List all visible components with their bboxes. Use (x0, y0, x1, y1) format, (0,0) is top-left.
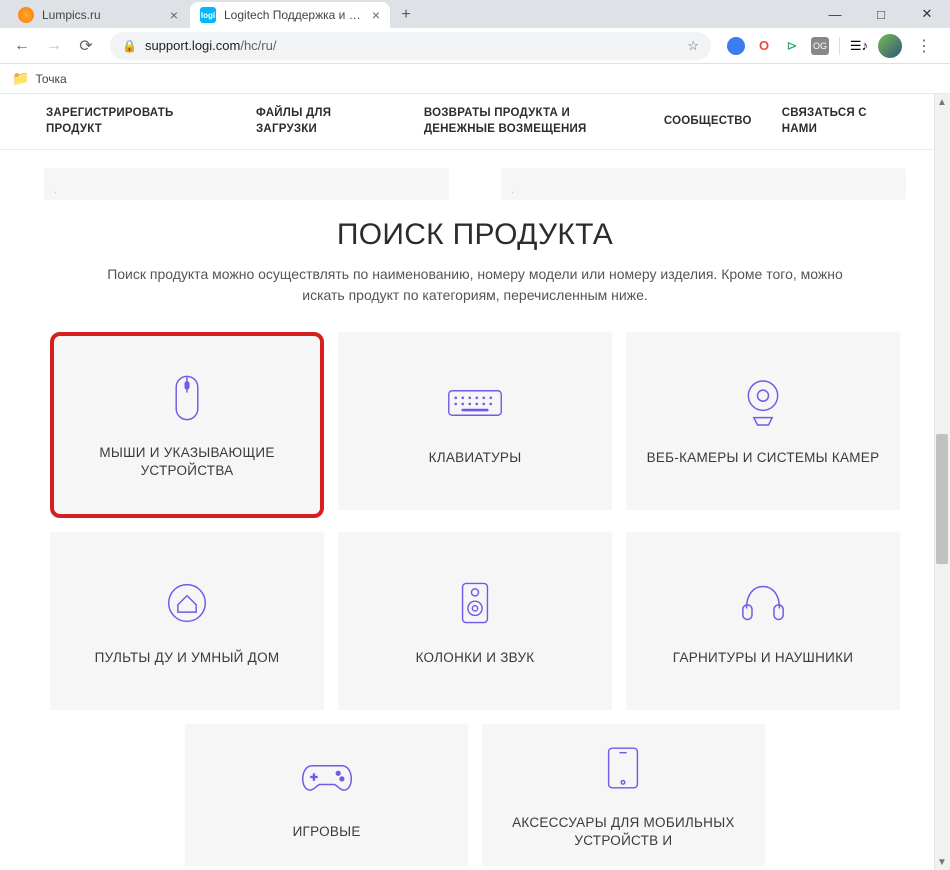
scrollbar-down-arrow[interactable]: ▼ (934, 854, 950, 870)
category-remotes[interactable]: ПУЛЬТЫ ДУ И УМНЫЙ ДОМ (50, 532, 324, 710)
extension-icon[interactable]: OG (811, 37, 829, 55)
page-viewport: ЗАРЕГИСТРИРОВАТЬ ПРОДУКТ ФАЙЛЫ ДЛЯ ЗАГРУ… (0, 94, 950, 870)
window-minimize[interactable]: — (812, 0, 858, 28)
keyboard-icon (447, 375, 503, 431)
folder-icon: 📁 (12, 70, 29, 87)
extension-icon[interactable]: ⊳ (783, 37, 801, 55)
category-gaming[interactable]: ИГРОВЫЕ (185, 724, 468, 866)
close-icon[interactable]: × (170, 7, 178, 23)
nav-register-product[interactable]: ЗАРЕГИСТРИРОВАТЬ ПРОДУКТ (46, 106, 226, 137)
tab-title: Logitech Поддержка и файлы д (224, 8, 366, 22)
category-webcams[interactable]: ВЕБ-КАМЕРЫ И СИСТЕМЫ КАМЕР (626, 332, 900, 510)
new-tab-button[interactable]: + (392, 2, 420, 28)
category-headsets[interactable]: ГАРНИТУРЫ И НАУШНИКИ (626, 532, 900, 710)
favicon-logitech: logi (200, 7, 216, 23)
mouse-icon (159, 370, 215, 426)
url-host: support.logi.com (145, 38, 240, 53)
category-grid-row3: ИГРОВЫЕ АКСЕССУАРЫ ДЛЯ МОБИЛЬНЫХ УСТРОЙС… (185, 724, 765, 866)
speaker-icon (447, 575, 503, 631)
profile-avatar[interactable] (878, 34, 902, 58)
window-close[interactable]: ✕ (904, 0, 950, 28)
category-mobile[interactable]: АКСЕССУАРЫ ДЛЯ МОБИЛЬНЫХ УСТРОЙСТВ И (482, 724, 765, 866)
nav-returns[interactable]: ВОЗВРАТЫ ПРОДУКТА И ДЕНЕЖНЫЕ ВОЗМЕЩЕНИЯ (424, 106, 604, 137)
category-label: КЛАВИАТУРЫ (429, 449, 522, 467)
scrollbar-thumb[interactable] (936, 434, 948, 564)
browser-toolbar: ← → ⟳ 🔒 support.logi.com/hc/ru/ ☆ O ⊳ OG… (0, 28, 950, 64)
nav-downloads[interactable]: ФАЙЛЫ ДЛЯ ЗАГРУЗКИ (256, 106, 394, 137)
browser-titlebar: Lumpics.ru × logi Logitech Поддержка и ф… (0, 0, 950, 28)
category-speakers[interactable]: КОЛОНКИ И ЗВУК (338, 532, 612, 710)
tab-logitech[interactable]: logi Logitech Поддержка и файлы д × (190, 2, 390, 28)
category-mice[interactable]: МЫШИ И УКАЗЫВАЮЩИЕ УСТРОЙСТВА (50, 332, 324, 518)
nav-back-button[interactable]: ← (8, 32, 36, 60)
bookmark-star-icon[interactable]: ☆ (687, 38, 699, 54)
home-icon (159, 575, 215, 631)
reader-icon[interactable]: ☰♪ (850, 37, 868, 55)
extensions-area: O ⊳ OG ☰♪ ⋮ (721, 34, 942, 58)
favicon-lumpics (18, 7, 34, 23)
scrollbar-up-arrow[interactable]: ▲ (934, 94, 950, 110)
category-grid: МЫШИ И УКАЗЫВАЮЩИЕ УСТРОЙСТВА (44, 332, 906, 710)
category-label: ПУЛЬТЫ ДУ И УМНЫЙ ДОМ (95, 649, 280, 667)
opera-icon[interactable]: O (755, 37, 773, 55)
category-label: ГАРНИТУРЫ И НАУШНИКИ (673, 649, 853, 667)
category-label: МЫШИ И УКАЗЫВАЮЩИЕ УСТРОЙСТВА (64, 444, 310, 480)
nav-contact[interactable]: СВЯЗАТЬСЯ С НАМИ (782, 106, 904, 137)
category-label: АКСЕССУАРЫ ДЛЯ МОБИЛЬНЫХ УСТРОЙСТВ И (492, 814, 755, 850)
tablet-icon (595, 740, 651, 796)
ghost-card: . (501, 168, 906, 200)
url-path: /hc/ru/ (240, 38, 276, 53)
nav-reload-button[interactable]: ⟳ (72, 32, 100, 60)
category-label: ВЕБ-КАМЕРЫ И СИСТЕМЫ КАМЕР (647, 449, 880, 467)
category-keyboards[interactable]: КЛАВИАТУРЫ (338, 332, 612, 510)
webcam-icon (735, 375, 791, 431)
gamepad-icon (299, 749, 355, 805)
window-maximize[interactable]: □ (858, 0, 904, 28)
bookmark-label: Точка (35, 72, 66, 86)
bookmark-folder[interactable]: 📁 Точка (12, 70, 67, 87)
category-label: КОЛОНКИ И ЗВУК (416, 649, 535, 667)
bookmarks-bar: 📁 Точка (0, 64, 950, 94)
tab-lumpics[interactable]: Lumpics.ru × (8, 2, 188, 28)
close-icon[interactable]: × (372, 7, 380, 23)
nav-community[interactable]: СООБЩЕСТВО (664, 114, 752, 130)
category-label: ИГРОВЫЕ (293, 823, 361, 841)
headset-icon (735, 575, 791, 631)
browser-menu-button[interactable]: ⋮ (912, 36, 936, 56)
scrollbar[interactable]: ▲ ▼ (934, 94, 950, 870)
page-title: ПОИСК ПРОДУКТА (44, 218, 906, 252)
tab-title: Lumpics.ru (42, 8, 164, 22)
page-description: Поиск продукта можно осуществлять по наи… (85, 264, 865, 306)
nav-forward-button[interactable]: → (40, 32, 68, 60)
divider (839, 37, 840, 55)
ghost-card: . (44, 168, 449, 200)
lock-icon: 🔒 (122, 39, 137, 53)
extension-icon[interactable] (727, 37, 745, 55)
site-navigation: ЗАРЕГИСТРИРОВАТЬ ПРОДУКТ ФАЙЛЫ ДЛЯ ЗАГРУ… (0, 94, 950, 150)
address-bar[interactable]: 🔒 support.logi.com/hc/ru/ ☆ (110, 32, 711, 60)
